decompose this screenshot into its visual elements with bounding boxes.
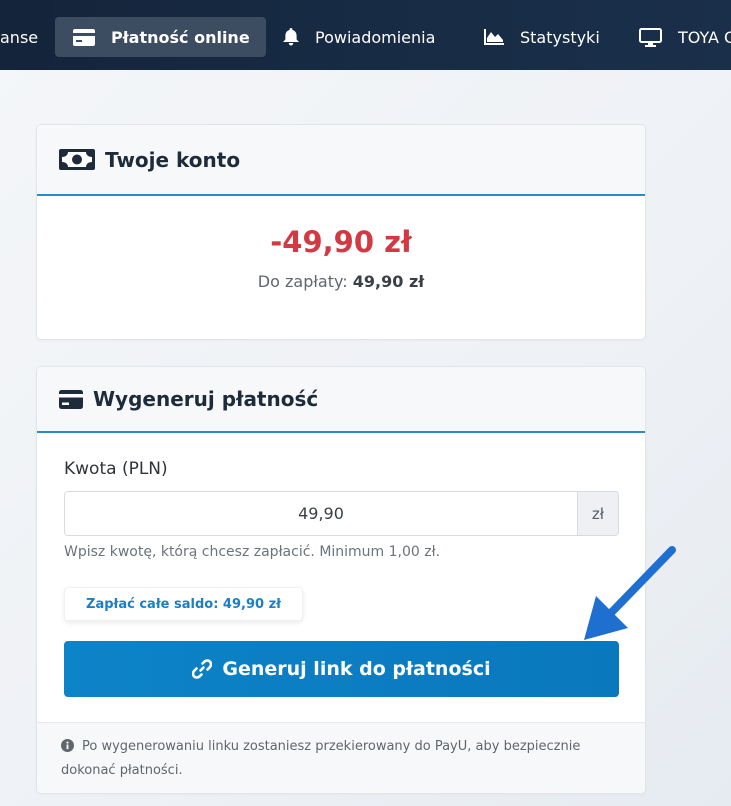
currency-addon: zł — [577, 492, 618, 535]
nav-item-powiadomienia[interactable]: Powiadomienia — [283, 17, 435, 57]
account-balance: -49,90 zł — [270, 225, 412, 259]
nav-item-label: anse — [0, 27, 39, 47]
monitor-icon — [639, 27, 662, 47]
nav-item-statystyki[interactable]: Statystyki — [484, 17, 600, 57]
payment-card-title: Wygeneruj płatność — [93, 387, 319, 411]
nav-item-label: Statystyki — [520, 27, 600, 47]
nav-item-label: TOYA G — [678, 27, 731, 47]
nav-item-toya-go[interactable]: TOYA G — [639, 17, 731, 57]
nav-item-platnosc-online[interactable]: Płatność online — [55, 17, 266, 57]
amount-due: Do zapłaty: 49,90 zł — [37, 272, 645, 291]
payment-card-header: Wygeneruj płatność — [37, 367, 645, 433]
amount-due-value: 49,90 zł — [352, 272, 425, 291]
bell-icon — [283, 28, 299, 46]
account-card: Twoje konto -49,90 zł Do zapłaty: 49,90 … — [36, 124, 646, 340]
area-chart-icon — [484, 29, 504, 45]
top-navigation: anse Płatność online Powiadomienia Staty… — [0, 0, 731, 70]
amount-input-group: zł — [64, 491, 619, 536]
nav-item-label: Powiadomienia — [315, 27, 436, 47]
account-card-header: Twoje konto — [37, 125, 645, 196]
pay-full-balance-button[interactable]: Zapłać całe saldo: 49,90 zł — [64, 587, 303, 621]
payment-card-footer: Po wygenerowaniu linku zostaniesz przeki… — [37, 722, 645, 793]
account-card-title: Twoje konto — [105, 147, 241, 172]
link-icon — [192, 659, 213, 679]
generate-button-label: Generuj link do płatności — [222, 658, 491, 680]
payment-card: Wygeneruj płatność Kwota (PLN) zł Wpisz … — [36, 366, 646, 794]
amount-due-label: Do zapłaty: — [257, 272, 348, 291]
amount-field-label: Kwota (PLN) — [64, 459, 168, 479]
credit-card-icon — [59, 389, 83, 409]
money-bill-icon — [59, 149, 95, 170]
nav-item-finanse[interactable]: anse — [0, 17, 38, 57]
amount-input[interactable] — [65, 492, 577, 535]
annotation-arrow-icon — [584, 546, 676, 640]
amount-help-text: Wpisz kwotę, którą chcesz zapłacić. Mini… — [64, 544, 441, 560]
payu-redirect-note: Po wygenerowaniu linku zostaniesz przeki… — [61, 736, 631, 782]
generate-payment-link-button[interactable]: Generuj link do płatności — [64, 641, 619, 697]
credit-card-icon — [73, 28, 95, 46]
info-icon — [61, 738, 74, 760]
payu-redirect-note-text: Po wygenerowaniu linku zostaniesz przeki… — [61, 739, 581, 778]
nav-item-label: Płatność online — [111, 27, 250, 47]
